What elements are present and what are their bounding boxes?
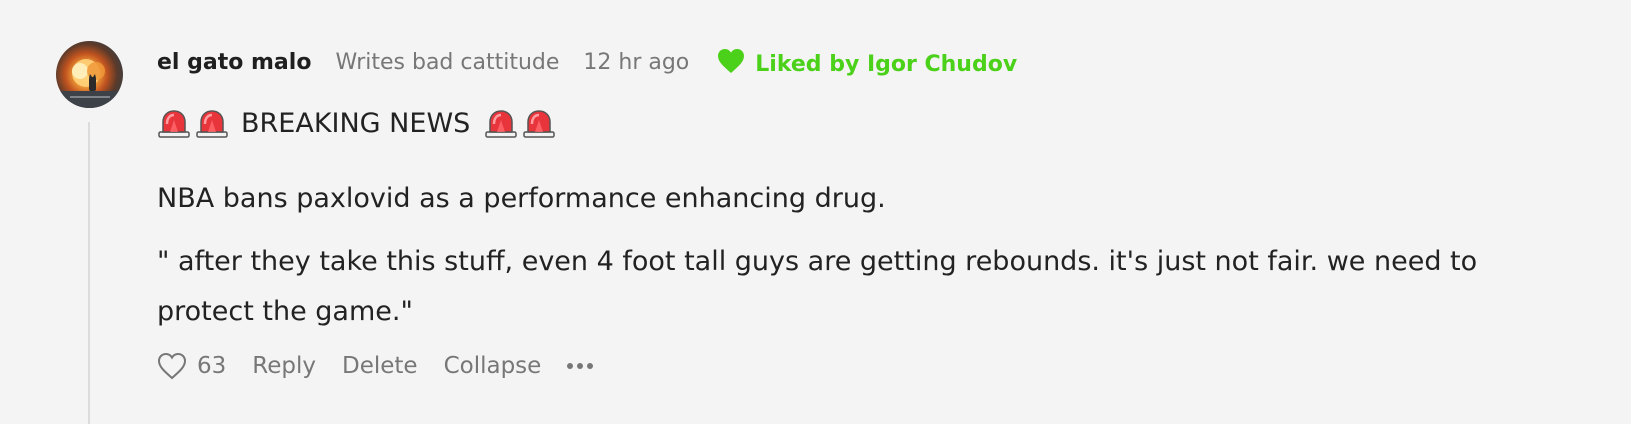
heart-filled-icon xyxy=(718,49,745,73)
comment-body: BREAKING NEWS NBA bans paxlovid as a per… xyxy=(157,103,1577,349)
liked-by-text: Liked by Igor Chudov xyxy=(755,51,1018,77)
heart-outline-icon xyxy=(157,352,187,380)
breaking-news-text: BREAKING NEWS xyxy=(241,107,471,139)
timestamp[interactable]: 12 hr ago xyxy=(583,50,689,75)
author-tagline: Writes bad cattitude xyxy=(335,49,560,75)
author-name[interactable]: el gato malo xyxy=(157,50,311,75)
comment-paragraph: " after they take this stuff, even 4 foo… xyxy=(157,246,1478,327)
comment-paragraph: NBA bans paxlovid as a performance enhan… xyxy=(157,183,886,214)
siren-emoji-icon xyxy=(196,110,228,138)
comment-header: el gato malo Writes bad cattitude 12 hr … xyxy=(157,44,1017,80)
dot xyxy=(567,363,574,369)
like-button[interactable]: 63 xyxy=(157,352,226,380)
breaking-line: BREAKING NEWS xyxy=(157,103,1577,143)
liked-by-badge: Liked by Igor Chudov xyxy=(717,49,1018,77)
dot xyxy=(577,363,584,369)
dot xyxy=(587,363,594,369)
avatar-image xyxy=(56,59,123,108)
siren-emoji-icon xyxy=(158,110,190,138)
comment: el gato malo Writes bad cattitude 12 hr … xyxy=(0,0,1631,424)
like-count: 63 xyxy=(197,353,227,379)
avatar[interactable] xyxy=(56,41,123,108)
ellipsis-icon[interactable] xyxy=(567,363,594,369)
siren-emoji-icon xyxy=(523,110,556,138)
thread-line[interactable] xyxy=(88,122,90,424)
delete-button[interactable]: Delete xyxy=(342,353,418,379)
siren-emoji-icon xyxy=(485,110,518,138)
comment-actions: 63 Reply Delete Collapse xyxy=(157,348,594,384)
collapse-button[interactable]: Collapse xyxy=(444,353,542,379)
reply-button[interactable]: Reply xyxy=(252,353,316,379)
